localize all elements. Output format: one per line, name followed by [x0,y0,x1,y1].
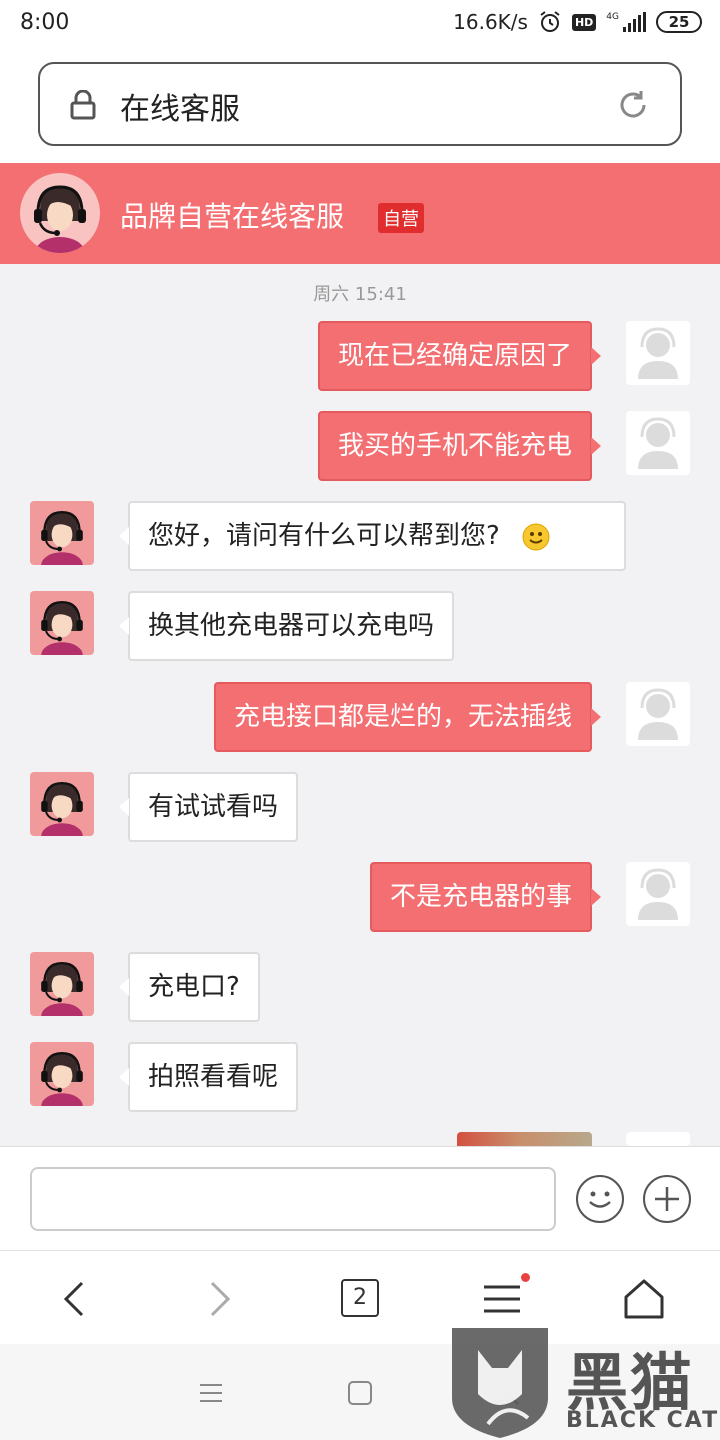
message-bubble-outgoing: 我买的手机不能充电 [317,411,602,481]
self-operated-badge: 自营 [378,203,424,233]
message-bubble-incoming: 充电口? [119,952,260,1022]
tabs-button[interactable]: 2 [341,1279,379,1317]
user-placeholder-icon [638,327,678,379]
message-text: 您好，请问有什么可以帮到您? [148,521,500,551]
user-avatar[interactable] [626,682,690,746]
message-bubble-incoming: 有试试看吗 [118,772,299,842]
agent-avatar-icon [34,185,86,253]
message-timestamp: 周六 15:41 [313,284,407,305]
plus-icon [655,1187,679,1211]
status-time: 8:00 [20,10,70,35]
home-icon[interactable] [620,1275,668,1323]
chat-header: 品牌自营在线客服 自营 [0,163,720,264]
agent-avatar[interactable] [30,591,94,655]
net-speed: 16.6K/s [453,10,528,34]
status-bar: 8:00 16.6K/s HD 4G 25 [0,0,720,50]
agent-avatar-icon [41,781,83,836]
user-avatar[interactable] [626,862,690,926]
user-avatar[interactable] [626,1132,690,1146]
recents-icon[interactable] [198,1382,224,1404]
user-placeholder-icon [638,417,678,469]
add-attachment-button[interactable] [643,1175,691,1223]
agent-avatar-icon [41,600,83,655]
agent-avatar[interactable] [30,501,94,565]
chat-title: 品牌自营在线客服 [120,200,345,233]
message-text: 我买的手机不能充电 [337,431,572,461]
message-text: 有试试看吗 [148,792,279,822]
user-placeholder-icon [638,868,678,920]
service-avatar [20,173,100,253]
message-bubble-outgoing: 充电接口都是烂的，无法插线 [213,682,602,752]
message-text: 拍照看看呢 [148,1062,279,1092]
watermark-subtitle: BLACK CAT [566,1408,720,1433]
message-text: 充电接口都是烂的，无法插线 [233,702,572,732]
smiley-emoji-icon [522,523,550,550]
agent-avatar-icon [41,961,83,1016]
message-text: 换其他充电器可以充电吗 [148,611,435,641]
home-system-icon[interactable] [347,1380,373,1406]
user-avatar[interactable] [626,321,690,385]
browser-top: 在线客服 [0,50,720,163]
emoji-button[interactable] [576,1175,624,1223]
message-input[interactable] [30,1167,556,1231]
url-bar[interactable]: 在线客服 [38,62,682,146]
agent-avatar[interactable] [30,772,94,836]
refresh-icon[interactable] [616,88,650,122]
smiley-icon [589,1191,611,1208]
message-text: 不是充电器的事 [389,882,572,912]
message-bubble-incoming: 拍照看看呢 [118,1042,299,1112]
user-placeholder-icon [638,688,678,740]
agent-avatar[interactable] [30,1042,94,1106]
agent-avatar-icon [41,1051,83,1106]
page-title: 在线客服 [120,92,240,127]
network-type: 4G [606,11,619,22]
message-bubble-outgoing: 现在已经确定原因了 [317,321,602,391]
notification-dot [521,1273,530,1282]
message-bubble-outgoing: 不是充电器的事 [369,862,602,932]
chat-messages[interactable]: 周六 15:41 现在已经确定原因了 我买的手机不能充电 您好，请问有什么可以帮… [0,264,720,1146]
lock-icon [70,90,96,120]
chat-input-bar [0,1146,720,1250]
message-bubble-incoming: 您好，请问有什么可以帮到您? [119,501,626,571]
photo-message[interactable] [457,1132,592,1146]
user-avatar[interactable] [626,411,690,475]
message-bubble-incoming: 换其他充电器可以充电吗 [118,591,455,661]
back-icon[interactable] [52,1275,100,1323]
status-icons: 16.6K/s HD 4G 25 [453,10,702,34]
message-text: 现在已经确定原因了 [337,341,572,371]
signal-icon [623,12,646,32]
message-text: 充电口? [148,972,240,1002]
agent-avatar[interactable] [30,952,94,1016]
agent-avatar-icon [41,510,83,565]
hd-icon: HD [571,13,597,31]
forward-icon[interactable] [194,1275,242,1323]
alarm-icon [540,11,560,32]
menu-icon[interactable] [478,1275,526,1323]
battery-icon: 25 [656,11,702,33]
